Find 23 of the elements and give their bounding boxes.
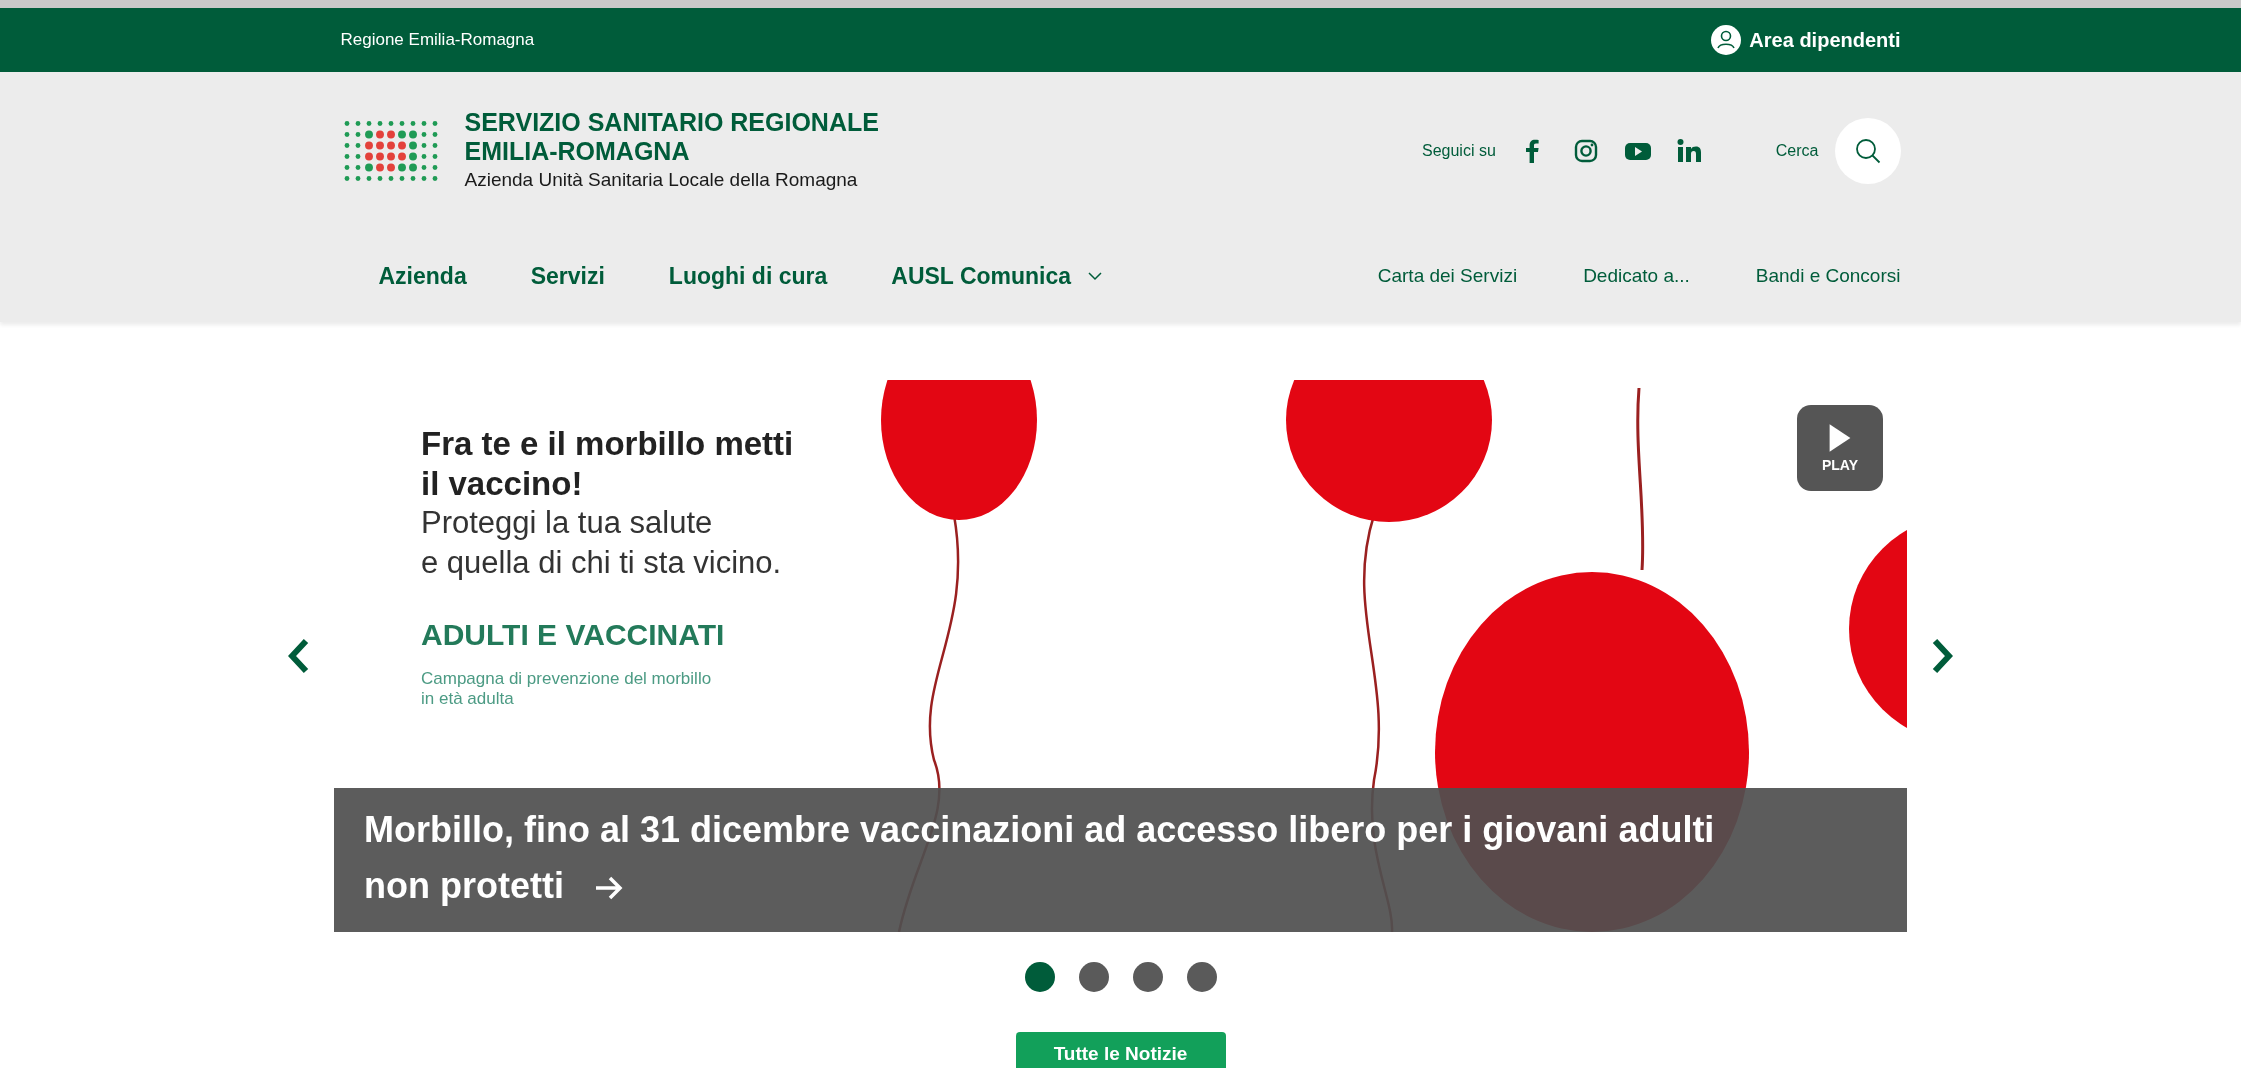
follow-label: Seguici su [1422,141,1496,161]
brand-title: SERVIZIO SANITARIO REGIONALE [464,108,879,137]
nav-link[interactable]: Dedicato a... [1583,261,1690,291]
banner-text: Proteggi la tua salute [421,504,714,543]
brand-title: EMILIA-ROMAGNA [464,136,691,166]
campaign-note: in età adulta [421,689,515,710]
search-label: Cerca [1774,141,1819,161]
campaign-note: Campagna di prevenzione del morbillo [421,668,713,690]
region-link[interactable]: Regione Emilia-Romagna [340,27,535,53]
brand-subtitle: Azienda Unità Sanitaria Locale della Romagna [464,167,859,192]
campaign-title: ADULTI E VACCINATI [421,616,726,653]
banner-headline: Fra te e il morbillo metti [421,424,794,464]
staff-area-link[interactable]: Area dipendenti [1711,25,1901,55]
banner-text: e quella di chi ti sta vicino. [421,544,783,583]
banner-headline: il vaccino! [421,463,584,504]
play-button[interactable]: PLAY [1797,405,1883,491]
nav-link[interactable]: Bandi e Concorsi [1755,261,1901,291]
nav-link[interactable]: Servizi [530,258,605,294]
slide-caption-link[interactable]: Morbillo, fino al 31 dicembre vaccinazioni ad accesso libero per i giovani adulti non protetti [334,788,1907,932]
nav-link[interactable]: Azienda [378,258,467,294]
nav-link[interactable]: Carta dei Servizi [1377,261,1518,291]
nav-link[interactable]: Luoghi di cura [668,258,828,294]
nav-link[interactable]: AUSL Comunica [891,258,1104,294]
